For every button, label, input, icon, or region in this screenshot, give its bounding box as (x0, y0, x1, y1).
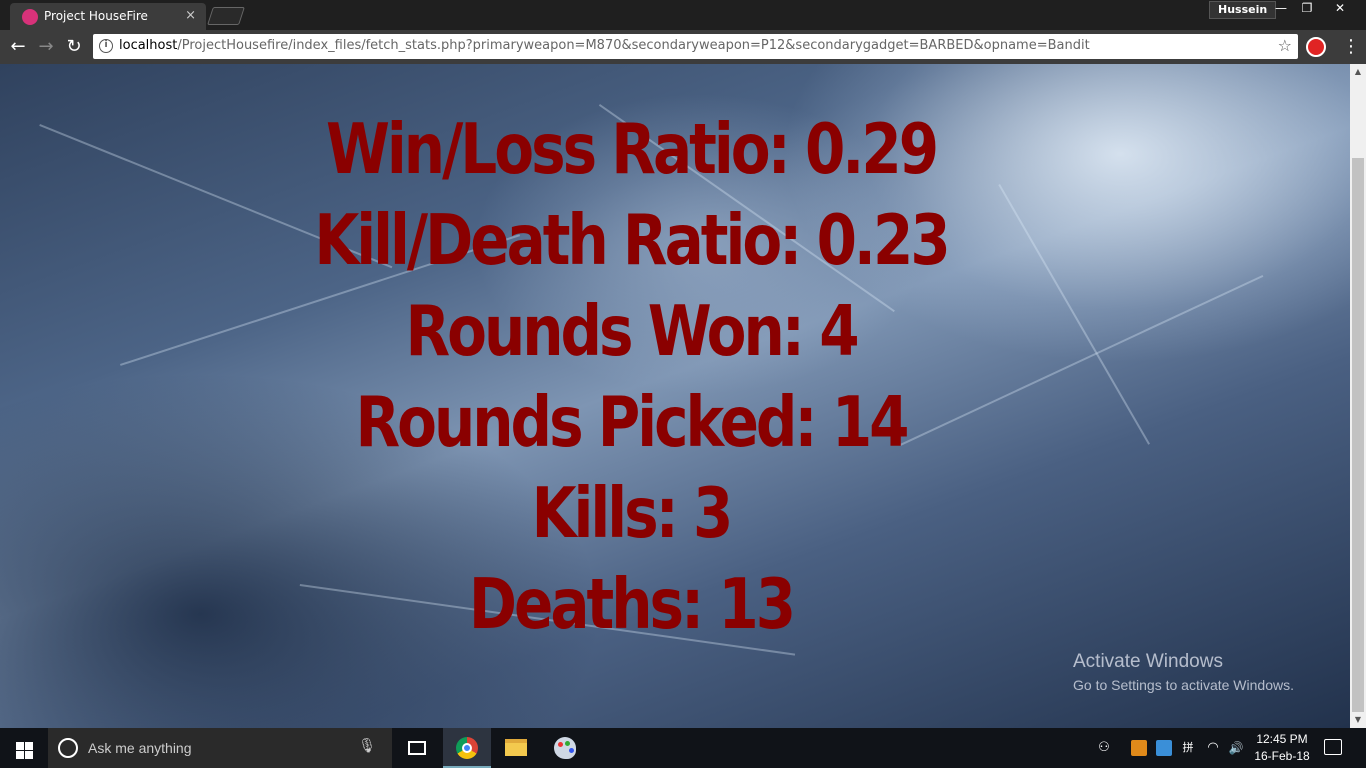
tray-app-icon[interactable] (1131, 740, 1147, 756)
search-placeholder: Ask me anything (88, 740, 192, 756)
tab-project-housefire[interactable]: Project HouseFire × (10, 3, 206, 30)
cortana-icon (58, 738, 78, 758)
browser-titlebar: Project HouseFire × Hussein — ❐ ✕ (0, 0, 1366, 30)
info-icon[interactable]: i (99, 39, 113, 53)
system-clock[interactable]: 12:45 PM 16-Feb-18 (1252, 731, 1312, 765)
windows-logo-pane (25, 751, 33, 759)
page-scrollbar[interactable]: ▲ ▼ (1350, 64, 1366, 728)
windows-taskbar: Ask me anything 🎙 ⚇ 拼 ◠ 🔊 12:45 PM 16-Fe… (0, 728, 1366, 768)
paint-icon (554, 737, 576, 759)
windows-logo-pane (25, 742, 33, 750)
tab-title: Project HouseFire (44, 9, 148, 23)
clock-time: 12:45 PM (1256, 732, 1308, 746)
taskbar-paint[interactable] (541, 728, 589, 768)
profile-button[interactable]: Hussein (1209, 1, 1277, 19)
url-text[interactable]: localhost/ProjectHousefire/index_files/f… (119, 38, 1090, 53)
start-button[interactable] (0, 728, 48, 768)
wifi-icon[interactable]: ◠ (1203, 728, 1223, 768)
task-view-button[interactable] (392, 728, 440, 768)
scrollbar-thumb[interactable] (1352, 158, 1364, 712)
url-path: /ProjectHousefire/index_files/fetch_stat… (177, 38, 1090, 53)
taskbar-chrome[interactable] (443, 728, 491, 768)
chrome-icon (456, 737, 478, 759)
bookmark-star-icon[interactable]: ☆ (1278, 36, 1292, 55)
watermark-title: Activate Windows (1073, 651, 1223, 672)
taskbar-file-explorer[interactable] (492, 728, 540, 768)
close-window-button[interactable]: ✕ (1327, 0, 1353, 18)
microphone-icon[interactable]: 🎙 (358, 738, 376, 754)
reload-button[interactable]: ↻ (63, 36, 85, 58)
watermark-subtitle: Go to Settings to activate Windows. (1073, 677, 1294, 693)
windows-logo-pane (16, 751, 24, 759)
page-background: Win/Loss Ratio: 0.29 Kill/Death Ratio: 0… (0, 64, 1350, 728)
stat-deaths: Deaths: 13 (468, 563, 796, 645)
browser-menu-button[interactable]: ⋮ (1342, 36, 1360, 58)
browser-toolbar: ← → ↻ i localhost/ProjectHousefire/index… (0, 30, 1366, 64)
folder-icon (505, 739, 527, 756)
maximize-button[interactable]: ❐ (1294, 0, 1320, 18)
favicon-icon (22, 9, 38, 25)
back-button[interactable]: ← (7, 36, 29, 58)
people-icon[interactable]: ⚇ (1094, 728, 1114, 768)
tray-network-app-icon[interactable] (1156, 740, 1172, 756)
action-center-icon[interactable] (1324, 739, 1342, 755)
tab-close-icon[interactable]: × (185, 8, 196, 23)
stats-list: Win/Loss Ratio: 0.29 Kill/Death Ratio: 0… (0, 104, 1262, 650)
scroll-down-icon[interactable]: ▼ (1350, 712, 1366, 728)
minimize-button[interactable]: — (1268, 0, 1294, 18)
url-host: localhost (119, 38, 178, 53)
clock-date: 16-Feb-18 (1254, 749, 1310, 763)
activate-windows-watermark: Activate Windows Go to Settings to activ… (1073, 651, 1294, 693)
scroll-up-icon[interactable]: ▲ (1350, 64, 1366, 80)
volume-icon[interactable]: 🔊 (1226, 728, 1246, 768)
input-language-icon[interactable]: 拼 (1178, 728, 1198, 768)
new-tab-button[interactable] (207, 7, 245, 25)
extension-shield-icon[interactable] (1306, 37, 1326, 57)
address-bar[interactable]: i localhost/ProjectHousefire/index_files… (93, 34, 1298, 59)
windows-logo-icon (16, 742, 24, 750)
task-view-icon (408, 741, 426, 755)
forward-button[interactable]: → (35, 36, 57, 58)
cortana-search-box[interactable]: Ask me anything 🎙 (48, 728, 392, 768)
